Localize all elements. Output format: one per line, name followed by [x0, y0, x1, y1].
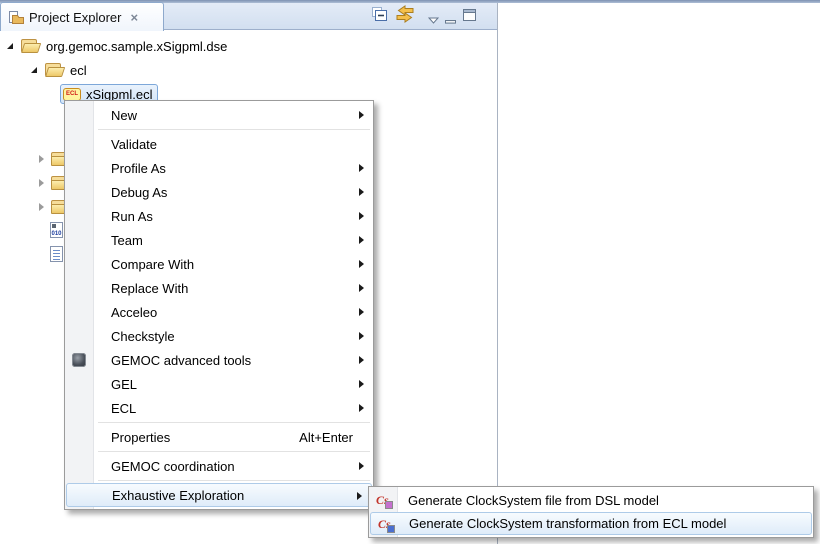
- submenu-item-generate-clocksystem-transformation-from-ecl-model[interactable]: Cs Generate ClockSystem transformation fr…: [370, 512, 812, 535]
- submenu-arrow-icon: [359, 260, 364, 268]
- tree-item-project[interactable]: org.gemoc.sample.xSigpml.dse: [0, 36, 227, 56]
- tree-item-text-file[interactable]: [0, 244, 63, 264]
- menu-item-label: Debug As: [111, 185, 167, 200]
- link-with-editor-icon[interactable]: [395, 5, 415, 28]
- menu-item-label: Team: [111, 233, 143, 248]
- menu-item-label: New: [111, 108, 137, 123]
- gemoc-icon: [72, 353, 86, 367]
- menu-item-label: ECL: [111, 401, 136, 416]
- submenu-arrow-icon: [359, 332, 364, 340]
- menu-item-gel[interactable]: GEL: [65, 372, 373, 396]
- submenu-item-generate-clocksystem-file-from-dsl-model[interactable]: Cs Generate ClockSystem file from DSL mod…: [369, 489, 813, 512]
- menu-item-label: Acceleo: [111, 305, 157, 320]
- menu-item-label: Checkstyle: [111, 329, 175, 344]
- menu-item-shortcut: Alt+Enter: [299, 430, 353, 445]
- collapse-arrow-icon[interactable]: [39, 203, 44, 211]
- submenu-arrow-icon: [357, 492, 362, 500]
- menu-item-replace-with[interactable]: Replace With: [65, 276, 373, 300]
- menu-item-run-as[interactable]: Run As: [65, 204, 373, 228]
- tree-item-label: org.gemoc.sample.xSigpml.dse: [46, 39, 227, 54]
- menu-item-label: Validate: [111, 137, 157, 152]
- menu-item-ecl[interactable]: ECL: [65, 396, 373, 420]
- collapse-arrow-icon[interactable]: [39, 155, 44, 163]
- submenu-arrow-icon: [359, 404, 364, 412]
- submenu-arrow-icon: [359, 212, 364, 220]
- project-folder-icon: [20, 39, 39, 53]
- tree-item-collapsed-project[interactable]: [0, 173, 69, 193]
- menu-item-acceleo[interactable]: Acceleo: [65, 300, 373, 324]
- submenu-arrow-icon: [359, 284, 364, 292]
- context-menu: New Validate Profile As Debug As Run As Team C…: [64, 100, 374, 510]
- submenu-arrow-icon: [359, 111, 364, 119]
- menu-item-gemoc-coordination[interactable]: GEMOC coordination: [65, 454, 373, 478]
- menu-item-profile-as[interactable]: Profile As: [65, 156, 373, 180]
- expand-arrow-icon[interactable]: [31, 67, 37, 73]
- menu-item-new[interactable]: New: [65, 103, 373, 127]
- menu-separator: [98, 451, 370, 452]
- menu-item-team[interactable]: Team: [65, 228, 373, 252]
- menu-item-label: Compare With: [111, 257, 194, 272]
- tree-item-collapsed-project[interactable]: [0, 197, 69, 217]
- menu-item-label: GEL: [111, 377, 137, 392]
- menu-item-label: Properties: [111, 430, 170, 445]
- menu-item-exhaustive-exploration[interactable]: Exhaustive Exploration: [66, 483, 372, 507]
- exploration-submenu: Cs Generate ClockSystem file from DSL mod…: [368, 486, 814, 538]
- collapse-all-icon[interactable]: [371, 6, 388, 27]
- tree-item-label: ecl: [70, 63, 87, 78]
- tab-project-explorer[interactable]: Project Explorer ×: [0, 2, 164, 31]
- binary-file-icon: 010: [50, 222, 63, 238]
- tab-close-icon[interactable]: ×: [130, 11, 138, 24]
- menu-separator: [98, 422, 370, 423]
- menu-item-label: GEMOC advanced tools: [111, 353, 251, 368]
- menu-item-label: Profile As: [111, 161, 166, 176]
- menu-item-label: Exhaustive Exploration: [112, 488, 244, 503]
- submenu-arrow-icon: [359, 236, 364, 244]
- submenu-arrow-icon: [359, 308, 364, 316]
- cs-ecl-icon: Cs: [378, 516, 395, 533]
- tree-item-ecl-folder[interactable]: ecl: [0, 60, 87, 80]
- submenu-arrow-icon: [359, 356, 364, 364]
- menu-item-compare-with[interactable]: Compare With: [65, 252, 373, 276]
- submenu-arrow-icon: [359, 380, 364, 388]
- menu-item-properties[interactable]: Properties Alt+Enter: [65, 425, 373, 449]
- submenu-arrow-icon: [359, 462, 364, 470]
- expand-arrow-icon[interactable]: [7, 43, 13, 49]
- submenu-arrow-icon: [359, 164, 364, 172]
- folder-icon: [44, 63, 63, 77]
- menu-item-gemoc-advanced-tools[interactable]: GEMOC advanced tools: [65, 348, 373, 372]
- menu-item-validate[interactable]: Validate: [65, 132, 373, 156]
- view-menu-icon[interactable]: [428, 11, 439, 29]
- menu-item-checkstyle[interactable]: Checkstyle: [65, 324, 373, 348]
- minimize-icon[interactable]: [445, 12, 456, 30]
- project-explorer-icon: [7, 10, 24, 25]
- tree-item-binary-file[interactable]: 010: [0, 220, 63, 240]
- submenu-item-label: Generate ClockSystem file from DSL model: [408, 493, 659, 508]
- menu-item-label: Replace With: [111, 281, 188, 296]
- menu-item-label: GEMOC coordination: [111, 459, 235, 474]
- menu-separator: [98, 480, 370, 481]
- editor-area: [498, 3, 820, 544]
- collapse-arrow-icon[interactable]: [39, 179, 44, 187]
- submenu-arrow-icon: [359, 188, 364, 196]
- text-file-icon: [50, 246, 63, 262]
- cs-dsl-icon: Cs: [376, 492, 393, 509]
- tab-title: Project Explorer: [29, 10, 121, 25]
- menu-separator: [98, 129, 370, 130]
- submenu-item-label: Generate ClockSystem transformation from…: [409, 516, 726, 531]
- tree-item-collapsed-project[interactable]: [0, 149, 69, 169]
- menu-item-debug-as[interactable]: Debug As: [65, 180, 373, 204]
- ecl-file-icon: ECL: [63, 88, 81, 101]
- maximize-icon[interactable]: [463, 8, 476, 26]
- menu-item-label: Run As: [111, 209, 153, 224]
